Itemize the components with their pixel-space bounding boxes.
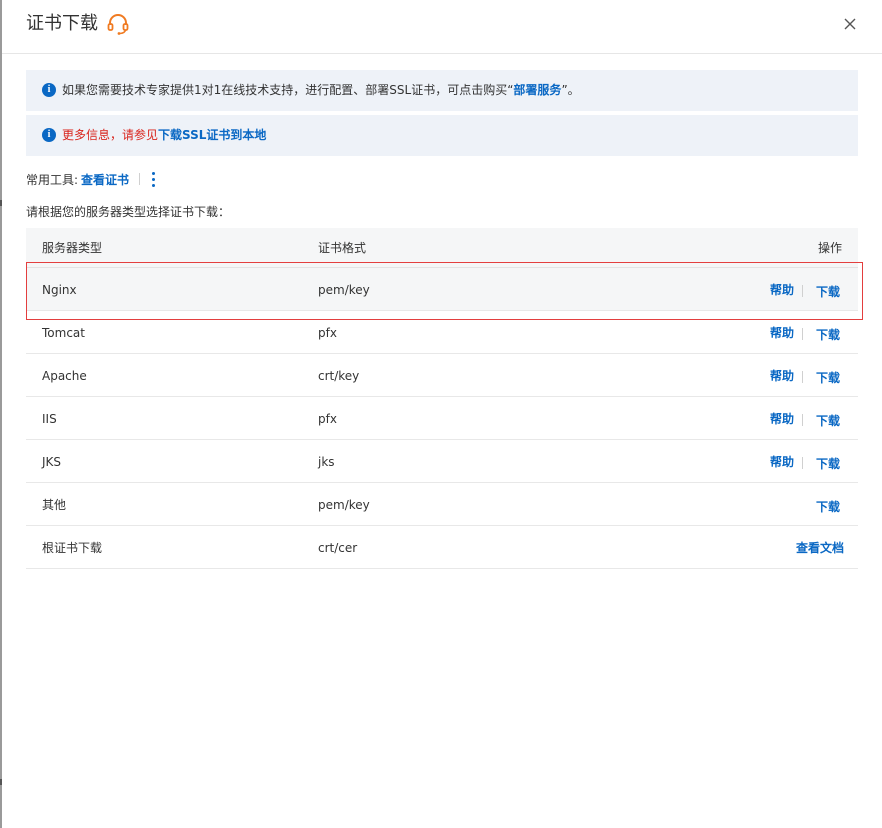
info-icon: i: [42, 83, 56, 97]
cert-format-cell: crt/cer: [318, 541, 358, 555]
certificate-download-dialog: 证书下载 i 如果您需要技术专家提供1对1在线技术支持，进行配置、部署SSL证书…: [2, 0, 882, 828]
divider: [802, 414, 803, 426]
cert-format-cell: pem/key: [318, 498, 370, 512]
common-tools-label: 常用工具:: [26, 173, 79, 187]
cert-format-cell: pfx: [318, 326, 337, 340]
download-link[interactable]: 下载: [816, 370, 840, 386]
table-row: 根证书下载 crt/cer 查看文档: [26, 526, 858, 569]
close-icon[interactable]: [840, 14, 860, 34]
help-link[interactable]: 帮助: [770, 368, 794, 384]
table-row: IIS pfx 帮助 下载: [26, 397, 858, 440]
cert-format-cell: jks: [318, 455, 335, 469]
divider: [139, 173, 141, 185]
header-cert-format: 证书格式: [318, 241, 367, 255]
server-type-cell: Tomcat: [42, 326, 85, 340]
notice-text: 如果您需要技术专家提供1对1在线技术支持，进行配置、部署SSL证书，可点击购买“…: [62, 82, 580, 99]
download-link[interactable]: 下载: [816, 327, 840, 343]
server-type-cell: IIS: [42, 412, 57, 426]
divider: [802, 328, 803, 340]
server-type-cell: JKS: [42, 455, 62, 469]
notice-text-after: ”。: [561, 83, 580, 97]
server-type-cell: 其他: [42, 498, 67, 512]
cert-format-cell: pem/key: [318, 283, 370, 297]
server-type-table: 服务器类型 证书格式 操作 Nginx pem/key 帮助 下载 Tomcat…: [26, 228, 858, 569]
help-link[interactable]: 帮助: [770, 411, 794, 427]
server-type-cell: 根证书下载: [42, 541, 103, 555]
help-link[interactable]: 帮助: [770, 282, 794, 298]
more-info-text: 更多信息，请参见: [62, 128, 159, 142]
divider: [802, 285, 803, 297]
view-certificate-link[interactable]: 查看证书: [81, 173, 129, 187]
table-row: JKS jks 帮助 下载: [26, 440, 858, 483]
info-icon: i: [42, 128, 56, 142]
table-row: 其他 pem/key 下载: [26, 483, 858, 526]
divider: [802, 371, 803, 383]
table-row: Nginx pem/key 帮助 下载: [26, 268, 858, 311]
server-type-cell: Apache: [42, 369, 87, 383]
notice-more-info: i 更多信息，请参见下载SSL证书到本地: [26, 115, 858, 156]
download-ssl-link[interactable]: 下载SSL证书到本地: [158, 128, 266, 142]
server-type-cell: Nginx: [42, 283, 77, 297]
cert-format-cell: crt/key: [318, 369, 360, 383]
deploy-service-link[interactable]: 部署服务: [513, 83, 561, 97]
download-link[interactable]: 下载: [816, 413, 840, 429]
instruction-text: 请根据您的服务器类型选择证书下载：: [26, 205, 231, 219]
download-link[interactable]: 下载: [816, 499, 840, 515]
header-actions: 操作: [817, 241, 842, 255]
help-link[interactable]: 帮助: [770, 454, 794, 470]
download-link[interactable]: 下载: [816, 456, 840, 472]
header-server-type: 服务器类型: [42, 241, 103, 255]
dialog-title: 证书下载: [26, 13, 98, 34]
notice-deploy-service: i 如果您需要技术专家提供1对1在线技术支持，进行配置、部署SSL证书，可点击购…: [26, 70, 858, 111]
headset-icon[interactable]: [106, 13, 130, 35]
dialog-header: 证书下载: [2, 0, 882, 54]
help-link[interactable]: 帮助: [770, 325, 794, 341]
download-link[interactable]: 下载: [816, 284, 840, 300]
table-row: Tomcat pfx 帮助 下载: [26, 311, 858, 354]
divider: [802, 457, 803, 469]
view-docs-link[interactable]: 查看文档: [796, 540, 844, 556]
table-row: Apache crt/key 帮助 下载: [26, 354, 858, 397]
cert-format-cell: pfx: [318, 412, 337, 426]
common-tools: 常用工具: 查看证书: [26, 171, 152, 189]
more-vertical-icon[interactable]: [150, 169, 158, 189]
table-header: 服务器类型 证书格式 操作: [26, 228, 858, 268]
notice-text-before: 如果您需要技术专家提供1对1在线技术支持，进行配置、部署SSL证书，可点击购买“: [62, 83, 514, 97]
notice-text: 更多信息，请参见下载SSL证书到本地: [62, 127, 266, 144]
